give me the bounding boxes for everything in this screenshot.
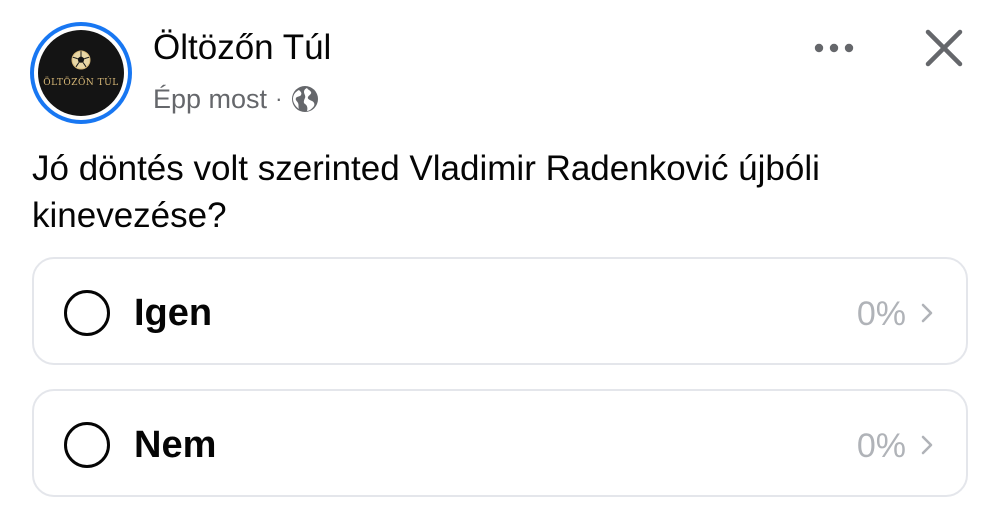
post-header: ÖLTÖZŐN TÚL Öltözőn Túl Épp most · (0, 0, 1000, 130)
radio-button[interactable] (64, 422, 110, 468)
avatar-border: ÖLTÖZŐN TÚL (34, 26, 128, 120)
poll-option-nem[interactable]: Nem 0% (32, 389, 968, 497)
meta-separator: · (275, 86, 283, 111)
poll-option-percent: 0% (856, 295, 906, 333)
timestamp[interactable]: Épp most (153, 84, 267, 115)
poll-option-label: Nem (134, 424, 217, 466)
poll-option-label: Igen (134, 292, 213, 334)
post-meta: Épp most · (153, 82, 320, 116)
radio-button[interactable] (64, 290, 110, 336)
page-logo: ÖLTÖZŐN TÚL (38, 30, 124, 116)
page-name[interactable]: Öltözőn Túl (153, 28, 331, 68)
chevron-right-icon (921, 435, 933, 455)
poll-question: Jó döntés volt szerinted Vladimir Radenk… (32, 149, 820, 235)
globe-icon[interactable] (290, 84, 320, 114)
football-icon (71, 50, 91, 70)
avatar[interactable]: ÖLTÖZŐN TÚL (30, 22, 132, 124)
more-dots-icon[interactable] (808, 28, 860, 68)
poll-option-igen[interactable]: Igen 0% (32, 257, 968, 365)
logo-text: ÖLTÖZŐN TÚL (43, 78, 119, 88)
close-icon[interactable] (918, 22, 970, 74)
poll-option-percent: 0% (856, 427, 906, 465)
chevron-right-icon (921, 303, 933, 323)
